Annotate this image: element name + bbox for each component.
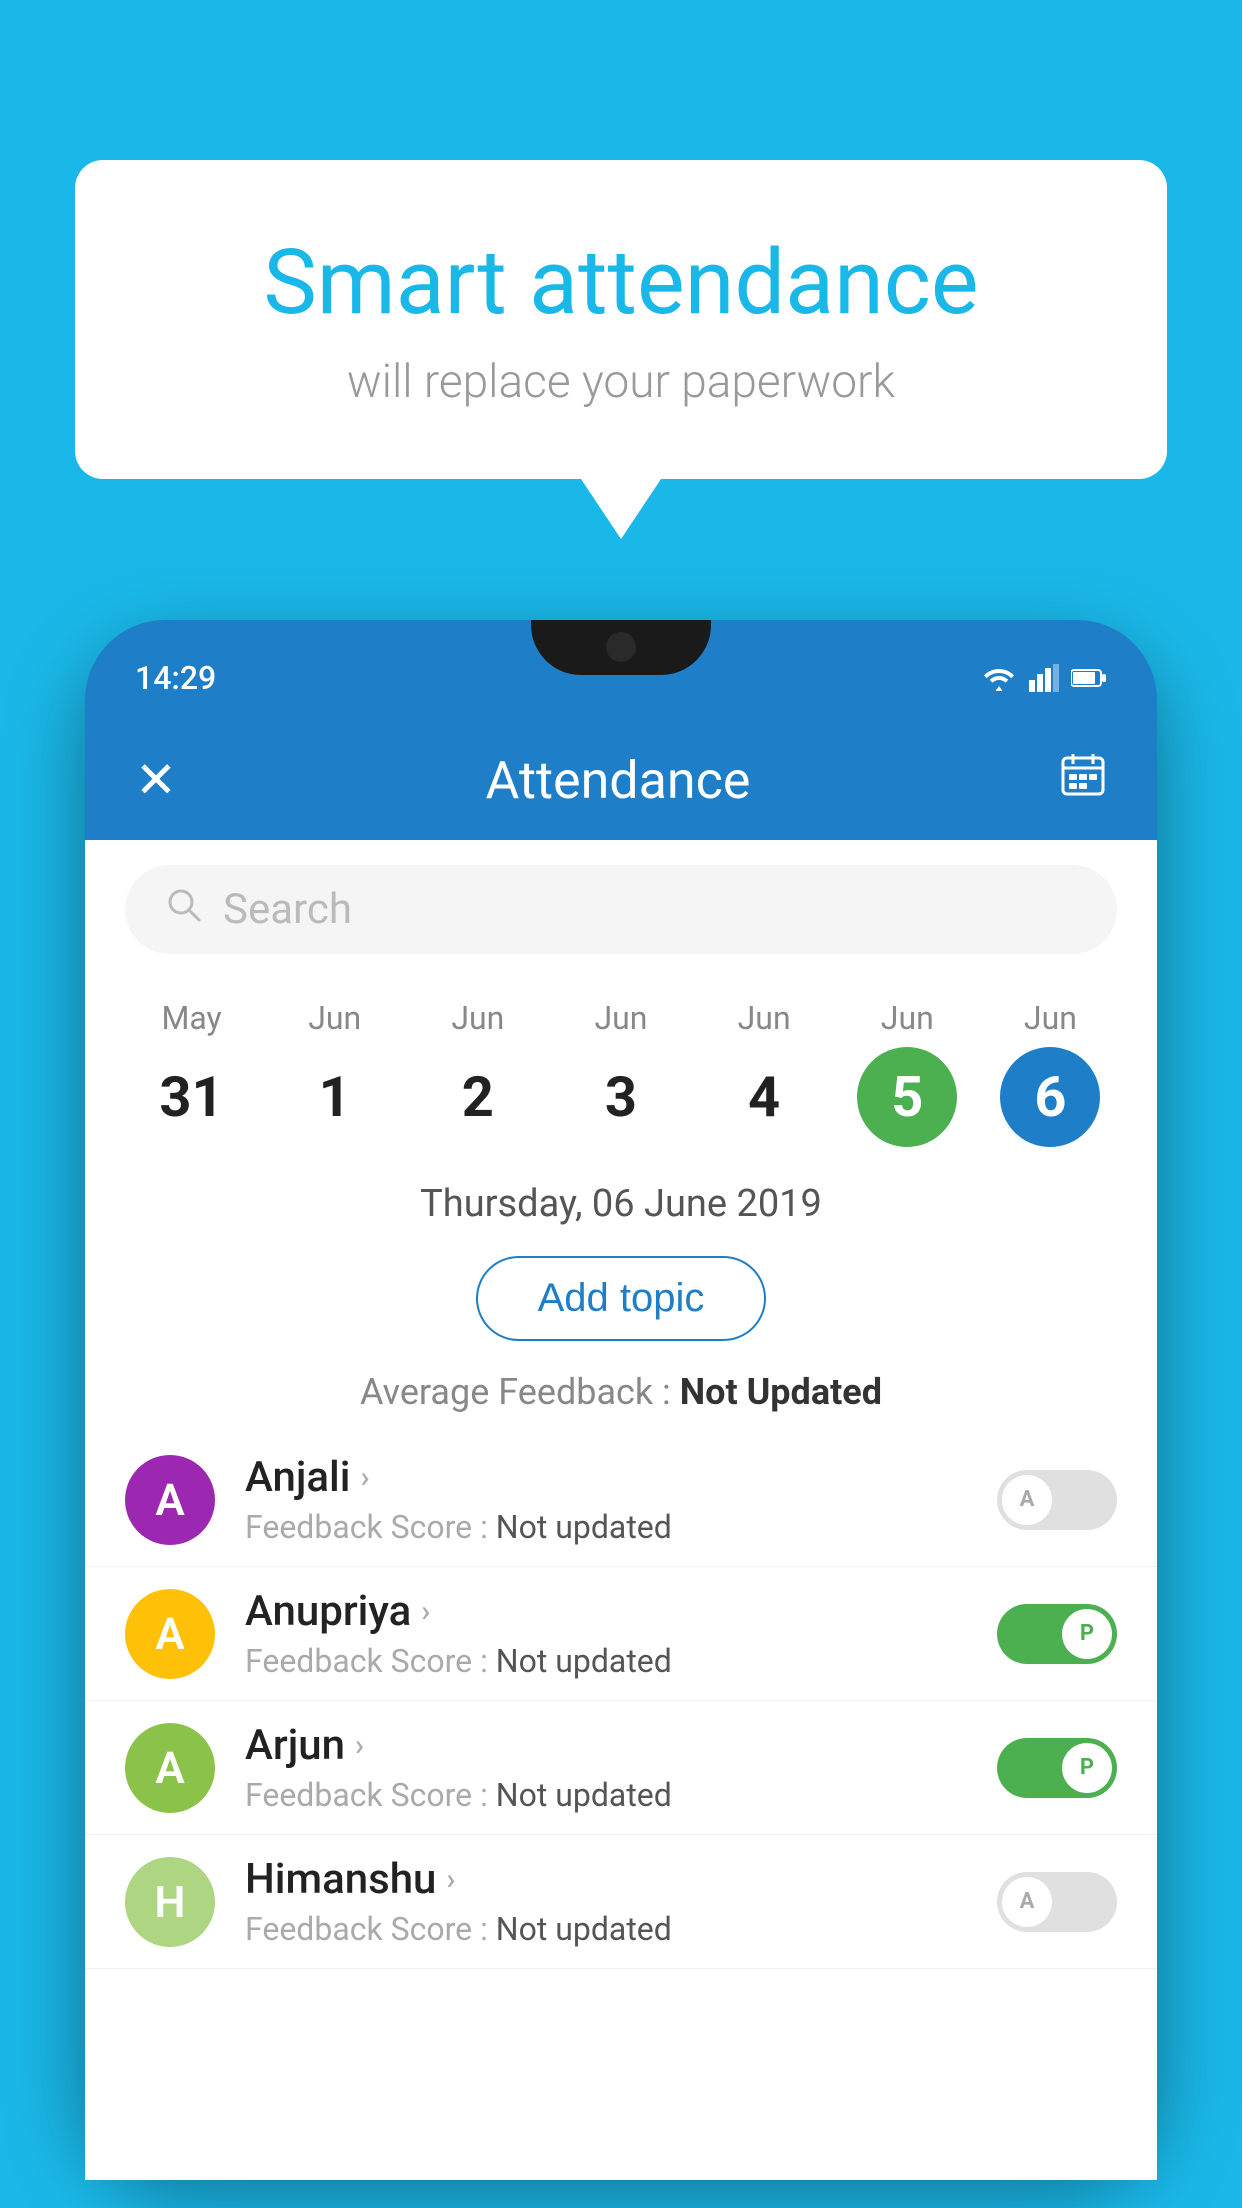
cal-date-number: 4 — [714, 1047, 814, 1147]
feedback-label: Feedback Score : — [245, 1508, 496, 1546]
student-list: AAnjali ›Feedback Score : Not updatedAAA… — [85, 1433, 1157, 1969]
feedback-value: Not updated — [496, 1910, 672, 1948]
avg-feedback-value: Not Updated — [680, 1371, 882, 1413]
calendar-day[interactable]: Jun 6 — [984, 999, 1117, 1147]
battery-icon — [1071, 668, 1107, 688]
student-avatar: A — [125, 1723, 215, 1813]
status-time: 14:29 — [135, 659, 216, 697]
feedback-label: Feedback Score : — [245, 1910, 496, 1948]
cal-date-number: 5 — [857, 1047, 957, 1147]
cal-month-label: Jun — [738, 999, 791, 1037]
calendar-day[interactable]: Jun 5 — [841, 999, 974, 1147]
attendance-toggle[interactable]: P — [997, 1738, 1117, 1798]
bubble-arrow — [581, 479, 661, 539]
cal-date-number: 3 — [571, 1047, 671, 1147]
cal-month-label: Jun — [595, 999, 648, 1037]
toggle-knob: P — [1062, 1743, 1112, 1793]
cal-date-number: 1 — [285, 1047, 385, 1147]
student-feedback: Feedback Score : Not updated — [245, 1776, 967, 1814]
chevron-right-icon: › — [446, 1862, 455, 1897]
feedback-label: Feedback Score : — [245, 1642, 496, 1680]
phone-frame: 14:29 — [85, 620, 1157, 2160]
cal-month-label: Jun — [308, 999, 361, 1037]
chevron-right-icon: › — [421, 1594, 430, 1629]
cal-date-number: 31 — [142, 1047, 242, 1147]
calendar-day[interactable]: Jun 4 — [698, 999, 831, 1147]
avg-feedback-label: Average Feedback : — [360, 1371, 680, 1413]
cal-date-number: 6 — [1000, 1047, 1100, 1147]
toggle-knob: P — [1062, 1609, 1112, 1659]
close-button[interactable]: ✕ — [135, 751, 177, 810]
status-icons — [981, 664, 1107, 692]
app-title: Attendance — [485, 750, 750, 811]
feedback-value: Not updated — [496, 1776, 672, 1814]
app-header: ✕ Attendance — [85, 720, 1157, 840]
cal-month-label: May — [161, 999, 221, 1037]
student-avatar: A — [125, 1455, 215, 1545]
student-name: Anjali › — [245, 1453, 967, 1502]
student-info[interactable]: Anupriya › Feedback Score : Not updated — [245, 1587, 967, 1680]
student-info[interactable]: Arjun › Feedback Score : Not updated — [245, 1721, 967, 1814]
wifi-icon — [981, 664, 1017, 692]
toggle-knob: A — [1002, 1475, 1052, 1525]
bubble-subtitle: will replace your paperwork — [155, 355, 1087, 409]
calendar-day[interactable]: Jun 1 — [268, 999, 401, 1147]
feedback-value: Not updated — [496, 1508, 672, 1546]
add-topic-container: Add topic — [85, 1241, 1157, 1361]
chevron-right-icon: › — [355, 1728, 364, 1763]
feedback-label: Feedback Score : — [245, 1776, 496, 1814]
signal-icon — [1029, 664, 1059, 692]
student-feedback: Feedback Score : Not updated — [245, 1508, 967, 1546]
student-list-item: A Anjali › Feedback Score : Not updated A — [85, 1433, 1157, 1567]
student-info[interactable]: Himanshu › Feedback Score : Not updated — [245, 1855, 967, 1948]
speech-bubble: Smart attendance will replace your paper… — [75, 160, 1167, 479]
student-list-item: H Himanshu › Feedback Score : Not updated A — [85, 1835, 1157, 1969]
calendar-day[interactable]: May 31 — [125, 999, 258, 1147]
cal-month-label: Jun — [881, 999, 934, 1037]
calendar-day[interactable]: Jun 2 — [411, 999, 544, 1147]
student-feedback: Feedback Score : Not updated — [245, 1642, 967, 1680]
attendance-toggle[interactable]: A — [997, 1872, 1117, 1932]
phone-container: 14:29 — [85, 620, 1157, 2208]
search-input[interactable]: Search — [223, 885, 352, 934]
student-avatar: A — [125, 1589, 215, 1679]
feedback-value: Not updated — [496, 1642, 672, 1680]
screen-content: Search May 31 Jun 1 Jun 2 Jun 3 Jun 4 Jun 5 Jun 6 Thu… — [85, 840, 1157, 2180]
toggle-knob: A — [1002, 1877, 1052, 1927]
calendar-strip: May 31 Jun 1 Jun 2 Jun 3 Jun 4 Jun 5 Jun 6 — [85, 979, 1157, 1167]
chevron-right-icon: › — [360, 1460, 369, 1495]
student-list-item: A Arjun › Feedback Score : Not updated P — [85, 1701, 1157, 1835]
student-info[interactable]: Anjali › Feedback Score : Not updated — [245, 1453, 967, 1546]
search-bar[interactable]: Search — [125, 865, 1117, 954]
camera-dot — [606, 632, 636, 662]
calendar-day[interactable]: Jun 3 — [554, 999, 687, 1147]
status-bar: 14:29 — [85, 620, 1157, 720]
student-list-item: A Anupriya › Feedback Score : Not updated P — [85, 1567, 1157, 1701]
cal-date-number: 2 — [428, 1047, 528, 1147]
student-name: Arjun › — [245, 1721, 967, 1770]
attendance-toggle[interactable]: A — [997, 1470, 1117, 1530]
calendar-icon[interactable] — [1059, 750, 1107, 810]
phone-notch — [531, 620, 711, 675]
add-topic-button[interactable]: Add topic — [476, 1256, 767, 1341]
cal-month-label: Jun — [1024, 999, 1077, 1037]
average-feedback: Average Feedback : Not Updated — [85, 1361, 1157, 1433]
student-feedback: Feedback Score : Not updated — [245, 1910, 967, 1948]
search-icon — [165, 886, 203, 934]
student-avatar: H — [125, 1857, 215, 1947]
speech-bubble-section: Smart attendance will replace your paper… — [75, 160, 1167, 539]
search-container: Search — [85, 840, 1157, 979]
student-name: Himanshu › — [245, 1855, 967, 1904]
selected-date: Thursday, 06 June 2019 — [85, 1167, 1157, 1241]
bubble-title: Smart attendance — [155, 230, 1087, 335]
student-name: Anupriya › — [245, 1587, 967, 1636]
cal-month-label: Jun — [451, 999, 504, 1037]
attendance-toggle[interactable]: P — [997, 1604, 1117, 1664]
